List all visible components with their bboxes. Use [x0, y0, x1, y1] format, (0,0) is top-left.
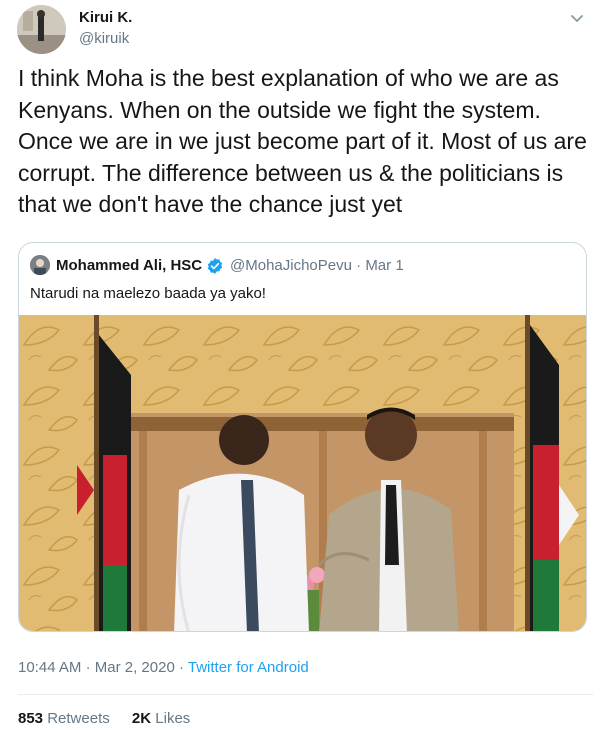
- tweet-source[interactable]: Twitter for Android: [188, 659, 309, 676]
- tweet-stats: 853 Retweets 2K Likes: [18, 710, 208, 727]
- quoted-author-name: Mohammed Ali, HSC: [56, 257, 203, 274]
- likes-label: Likes: [155, 710, 191, 727]
- author-avatar[interactable]: [17, 5, 66, 54]
- meta-separator-1: ·: [85, 659, 91, 676]
- tweet: Kirui K. @kiruik I think Moha is the bes…: [0, 0, 605, 730]
- quoted-avatar: [30, 255, 50, 275]
- tweet-text: I think Moha is the best explanation of …: [18, 65, 587, 217]
- chevron-down-icon[interactable]: [568, 10, 586, 28]
- likes-count: 2K: [131, 710, 152, 727]
- quoted-text: Ntarudi na maelezo baada ya yako!: [30, 285, 266, 302]
- quoted-date: Mar 1: [365, 257, 404, 274]
- quoted-tweet[interactable]: Mohammed Ali, HSC @MohaJichoPevu · Mar 1…: [18, 242, 587, 632]
- quoted-meta: @MohaJichoPevu · Mar 1: [230, 257, 404, 274]
- likes-stat[interactable]: 2K Likes: [132, 710, 190, 727]
- verified-badge-icon: [207, 258, 223, 274]
- quoted-author-handle: @MohaJichoPevu: [230, 257, 352, 274]
- retweets-count: 853: [18, 710, 44, 727]
- quoted-separator: ·: [356, 257, 362, 274]
- author-name[interactable]: Kirui K.: [79, 9, 132, 26]
- meta-separator-2: ·: [178, 659, 184, 676]
- tweet-meta: 10:44 AM · Mar 2, 2020 · Twitter for And…: [18, 659, 309, 676]
- tweet-date[interactable]: Mar 2, 2020: [95, 659, 175, 676]
- quoted-photo[interactable]: [19, 315, 587, 632]
- tweet-time[interactable]: 10:44 AM: [18, 659, 81, 676]
- retweets-label: Retweets: [47, 710, 110, 727]
- retweets-stat[interactable]: 853 Retweets: [18, 710, 110, 727]
- divider: [18, 694, 593, 695]
- author-handle[interactable]: @kiruik: [79, 30, 129, 47]
